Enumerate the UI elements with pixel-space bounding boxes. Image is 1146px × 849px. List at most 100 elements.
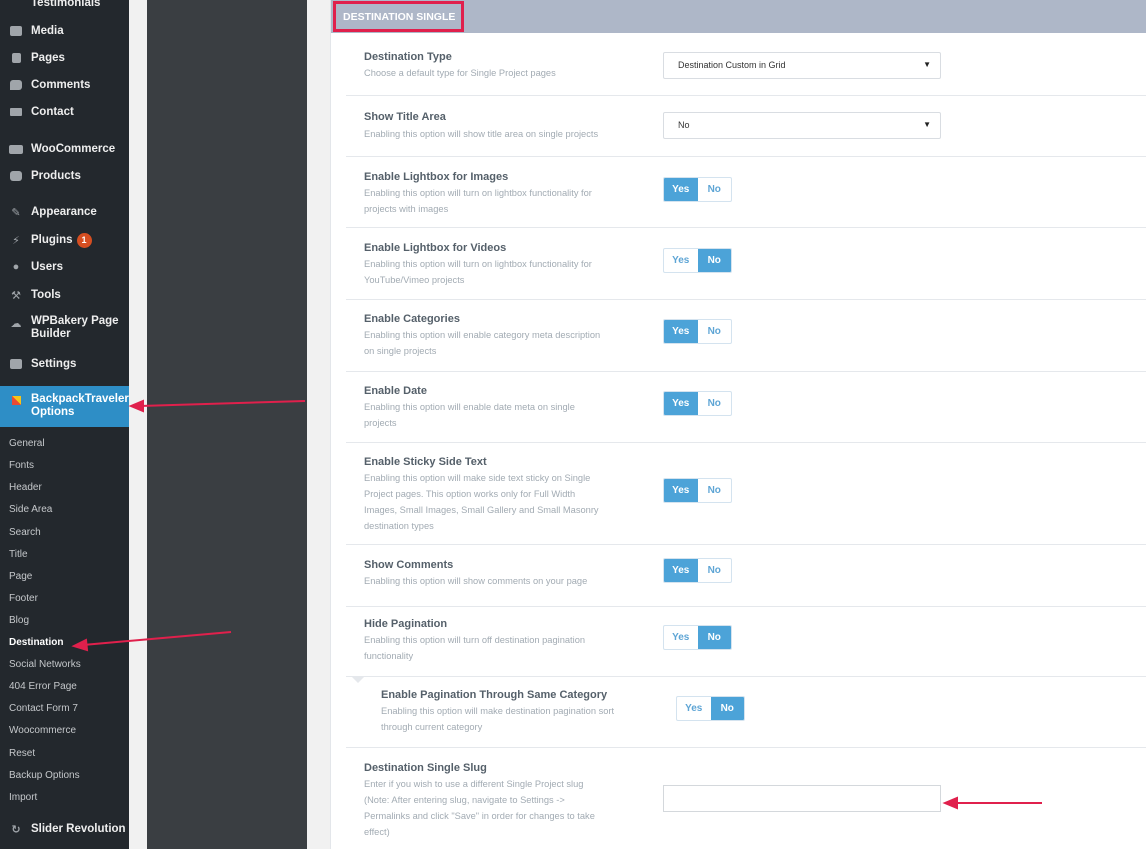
- media-icon: [9, 25, 23, 37]
- sidebar-item-label: Contact: [31, 106, 74, 118]
- setting-row-categories: Enable Categories Enabling this option w…: [346, 300, 1146, 372]
- submenu-item-woocommerce[interactable]: Woocommerce: [9, 725, 76, 736]
- toggle-yes[interactable]: Yes: [677, 697, 711, 720]
- sidebar-item-wpbakery[interactable]: ☁ WPBakery Page Builder: [0, 315, 129, 345]
- setting-label: Destination Single Slug: [364, 762, 487, 774]
- wpbakery-icon: ☁: [10, 317, 22, 330]
- lightbox-images-toggle[interactable]: Yes No: [663, 177, 732, 202]
- sidebar-item-tools[interactable]: ⚒ Tools: [0, 286, 129, 304]
- submenu-item-404-error-page[interactable]: 404 Error Page: [9, 681, 77, 692]
- toggle-yes[interactable]: Yes: [664, 178, 698, 201]
- submenu-item-header[interactable]: Header: [9, 482, 42, 493]
- sidebar-item-woocommerce[interactable]: WooCommerce: [0, 140, 129, 158]
- sidebar-item-label: Pages: [31, 52, 65, 64]
- setting-row-show-title-area: Show Title Area Enabling this option wil…: [346, 96, 1146, 157]
- sidebar-item-plugins[interactable]: ⚡ Plugins 1: [0, 231, 129, 249]
- submenu-item-side-area[interactable]: Side Area: [9, 504, 52, 515]
- toggle-no[interactable]: No: [698, 559, 732, 582]
- sidebar-item-label: Tools: [31, 289, 61, 301]
- submenu-item-blog[interactable]: Blog: [9, 615, 29, 626]
- settings-panel: DESTINATION SINGLE Destination Type Choo…: [330, 0, 1146, 849]
- sidebar-item-label: Media: [31, 25, 64, 37]
- toggle-no[interactable]: No: [698, 479, 732, 502]
- submenu-item-import[interactable]: Import: [9, 792, 37, 803]
- dropdown-arrow-icon: ▼: [923, 60, 931, 69]
- sidebar-item-products[interactable]: Products: [0, 167, 129, 185]
- submenu-item-reset[interactable]: Reset: [9, 748, 35, 759]
- setting-description: Enter if you wish to use a different Sin…: [364, 779, 595, 837]
- section-header: DESTINATION SINGLE: [331, 0, 1146, 33]
- setting-label: Enable Date: [364, 385, 427, 397]
- setting-label: Enable Lightbox for Images: [364, 171, 509, 183]
- show-title-area-select[interactable]: No ▼: [663, 112, 941, 139]
- submenu-item-search[interactable]: Search: [9, 527, 41, 538]
- sidebar-item-label: Appearance: [31, 206, 97, 218]
- setting-description: Enabling this option will enable categor…: [364, 330, 601, 356]
- submenu-item-social-networks[interactable]: Social Networks: [9, 659, 81, 670]
- section-title: DESTINATION SINGLE: [333, 1, 464, 32]
- sidebar-item-label: WPBakery Page: [31, 315, 119, 327]
- toggle-no[interactable]: No: [698, 178, 732, 201]
- toggle-no[interactable]: No: [697, 249, 731, 272]
- submenu-item-fonts[interactable]: Fonts: [9, 460, 34, 471]
- sidebar-item-label-line2: Builder: [31, 328, 71, 340]
- lightbox-videos-toggle[interactable]: Yes No: [663, 248, 732, 273]
- sidebar-item-users[interactable]: ● Users: [0, 258, 129, 276]
- toggle-no[interactable]: No: [698, 392, 732, 415]
- setting-row-pagination-same-category: Enable Pagination Through Same Category …: [346, 677, 1146, 748]
- toggle-yes[interactable]: Yes: [664, 479, 698, 502]
- setting-label: Enable Lightbox for Videos: [364, 242, 507, 254]
- show-comments-toggle[interactable]: Yes No: [663, 558, 732, 583]
- submenu-item-footer[interactable]: Footer: [9, 593, 38, 604]
- setting-label: Hide Pagination: [364, 618, 448, 630]
- sidebar-item-testimonials[interactable]: Testimonials: [0, 0, 129, 10]
- mail-icon: [9, 106, 23, 118]
- setting-label: Show Comments: [364, 559, 454, 571]
- sidebar-item-pages[interactable]: Pages: [0, 49, 129, 67]
- sidebar-item-label: BackpackTraveler: [31, 393, 129, 405]
- submenu-item-page[interactable]: Page: [9, 571, 32, 582]
- setting-row-lightbox-images: Enable Lightbox for Images Enabling this…: [346, 157, 1146, 228]
- submenu-item-contact-form-7[interactable]: Contact Form 7: [9, 703, 78, 714]
- toggle-yes[interactable]: Yes: [664, 320, 698, 343]
- submenu-item-backup-options[interactable]: Backup Options: [9, 770, 80, 781]
- sidebar-item-media[interactable]: Media: [0, 22, 129, 40]
- sidebar-item-comments[interactable]: Comments: [0, 76, 129, 94]
- pagination-same-category-toggle[interactable]: Yes No: [676, 696, 745, 721]
- sidebar-item-appearance[interactable]: ✎ Appearance: [0, 203, 129, 221]
- testimonials-icon: [9, 0, 23, 9]
- sidebar-item-label: Users: [31, 261, 63, 273]
- toggle-yes[interactable]: Yes: [664, 559, 698, 582]
- sidebar-item-label: Testimonials: [31, 0, 101, 9]
- date-toggle[interactable]: Yes No: [663, 391, 732, 416]
- toggle-no[interactable]: No: [710, 697, 744, 720]
- sidebar-item-settings[interactable]: Settings: [0, 355, 129, 373]
- options-nav-panel: [147, 0, 307, 849]
- destination-single-slug-input[interactable]: [663, 785, 941, 812]
- hide-pagination-toggle[interactable]: Yes No: [663, 625, 732, 650]
- submenu-item-title[interactable]: Title: [9, 549, 28, 560]
- categories-toggle[interactable]: Yes No: [663, 319, 732, 344]
- setting-label: Show Title Area: [364, 111, 446, 123]
- setting-description: Enabling this option will enable date me…: [364, 402, 575, 428]
- submenu-item-destination[interactable]: Destination: [9, 637, 63, 648]
- sidebar-item-slider-revolution[interactable]: ↻ Slider Revolution: [0, 820, 129, 838]
- submenu-item-general[interactable]: General: [9, 438, 45, 449]
- sidebar-item-label: Plugins: [31, 234, 73, 246]
- toggle-yes[interactable]: Yes: [664, 249, 698, 272]
- tools-icon: ⚒: [11, 289, 21, 302]
- sticky-side-text-toggle[interactable]: Yes No: [663, 478, 732, 503]
- sidebar-item-backpacktraveler-options[interactable]: BackpackTraveler Options: [0, 386, 129, 427]
- content-gutter: [307, 0, 330, 849]
- toggle-no[interactable]: No: [698, 320, 732, 343]
- toggle-yes[interactable]: Yes: [664, 392, 698, 415]
- toggle-no[interactable]: No: [697, 626, 731, 649]
- toggle-yes[interactable]: Yes: [664, 626, 698, 649]
- setting-description: Enabling this option will make side text…: [364, 473, 599, 531]
- sidebar-item-contact[interactable]: Contact: [0, 103, 129, 121]
- setting-description: Enabling this option will show title are…: [364, 129, 599, 139]
- setting-description: Enabling this option will turn off desti…: [364, 635, 586, 661]
- sidebar-item-label: WooCommerce: [31, 143, 116, 155]
- admin-sidebar: Testimonials Media Pages Comments Contac…: [0, 0, 129, 849]
- destination-type-select[interactable]: Destination Custom in Grid ▼: [663, 52, 941, 79]
